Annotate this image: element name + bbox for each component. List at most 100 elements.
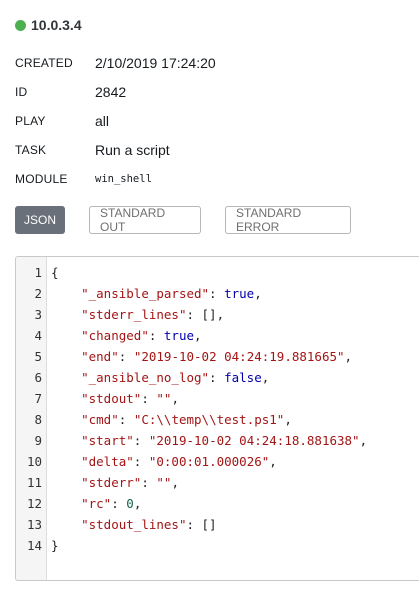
json-key: "_ansible_no_log" [81, 370, 210, 385]
detail-label: MODULE [15, 171, 68, 186]
json-comma: , [344, 349, 353, 364]
json-value: [] [201, 517, 217, 532]
json-brace: } [51, 538, 59, 553]
detail-label: ID [15, 84, 28, 99]
line-number: 8 [34, 412, 42, 427]
code-line: 8 "cmd": "C:\\temp\\test.ps1", [16, 409, 419, 430]
code-text: { [42, 265, 59, 280]
tab-standard-out[interactable]: STANDARD OUT [89, 206, 201, 234]
code-text: "rc": 0, [42, 496, 141, 511]
line-number: 3 [34, 307, 42, 322]
json-colon: : [186, 307, 202, 322]
json-colon: : [141, 391, 157, 406]
json-colon: : [133, 454, 149, 469]
json-key: "cmd" [81, 412, 119, 427]
detail-row-module: MODULE win_shell [15, 164, 216, 193]
code-text: "cmd": "C:\\temp\\test.ps1", [42, 412, 292, 427]
line-number: 14 [26, 538, 42, 553]
json-colon: : [111, 496, 127, 511]
tab-json[interactable]: JSON [15, 206, 65, 234]
json-key: "_ansible_parsed" [81, 286, 210, 301]
json-value: 0 [126, 496, 134, 511]
line-number: 11 [26, 475, 42, 490]
json-colon: : [209, 286, 225, 301]
code-text: "start": "2019-10-02 04:24:18.881638", [42, 433, 367, 448]
json-comma: , [261, 370, 270, 385]
code-text: "delta": "0:00:01.000026", [42, 454, 277, 469]
code-line: 5 "end": "2019-10-02 04:24:19.881665", [16, 346, 419, 367]
code-line: 12 "rc": 0, [16, 493, 419, 514]
json-colon: : [209, 370, 225, 385]
event-details: CREATED 2/10/2019 17:24:20 ID 2842 PLAY … [15, 48, 216, 193]
detail-row-id: ID 2842 [15, 77, 216, 106]
json-comma: , [171, 391, 179, 406]
line-number: 5 [34, 349, 42, 364]
code-text: "stderr_lines": [], [42, 307, 224, 322]
code-line: 14} [16, 535, 419, 556]
detail-value: 2842 [95, 83, 127, 100]
detail-label: PLAY [15, 113, 46, 128]
json-value: true [224, 286, 255, 301]
json-comma: , [284, 412, 292, 427]
code-text: "_ansible_no_log": false, [42, 370, 269, 385]
line-number: 10 [26, 454, 42, 469]
json-key: "stdout" [81, 391, 142, 406]
json-value: "C:\\temp\\test.ps1" [133, 412, 285, 427]
json-code-viewer[interactable]: 1{2 "_ansible_parsed": true, 3 "stderr_li… [15, 256, 419, 581]
code-line: 9 "start": "2019-10-02 04:24:18.881638", [16, 430, 419, 451]
json-colon: : [118, 412, 134, 427]
json-value: "0:00:01.000026" [148, 454, 270, 469]
code-text: "stderr": "", [42, 475, 179, 490]
code-line: 1{ [16, 262, 419, 283]
detail-value: win_shell [95, 172, 152, 185]
line-number: 13 [26, 517, 42, 532]
json-colon: : [148, 328, 164, 343]
json-comma: , [269, 454, 277, 469]
detail-value: Run a script [95, 141, 170, 158]
json-comma: , [171, 475, 179, 490]
json-key: "stderr_lines" [81, 307, 187, 322]
line-number: 12 [26, 496, 42, 511]
host-header: 10.0.3.4 [15, 17, 82, 33]
json-key: "delta" [81, 454, 134, 469]
code-text: "stdout": "", [42, 391, 179, 406]
code-lines: 1{2 "_ansible_parsed": true, 3 "stderr_li… [16, 262, 419, 556]
json-value: [] [201, 307, 217, 322]
json-value: true [163, 328, 195, 343]
json-colon: : [186, 517, 202, 532]
json-value: "" [156, 475, 172, 490]
code-text: "stdout_lines": [] [42, 517, 217, 532]
code-line: 13 "stdout_lines": [] [16, 514, 419, 535]
json-value: "" [156, 391, 172, 406]
json-key: "stderr" [81, 475, 142, 490]
json-comma: , [254, 286, 262, 301]
json-colon: : [141, 475, 157, 490]
tab-standard-error[interactable]: STANDARD ERROR [225, 206, 351, 234]
output-tabs: JSON STANDARD OUT STANDARD ERROR [15, 206, 351, 234]
line-number: 1 [34, 265, 42, 280]
json-colon: : [133, 433, 149, 448]
code-line: 2 "_ansible_parsed": true, [16, 283, 419, 304]
code-line: 6 "_ansible_no_log": false, [16, 367, 419, 388]
detail-value: 2/10/2019 17:24:20 [95, 54, 216, 71]
code-text: "end": "2019-10-02 04:24:19.881665", [42, 349, 352, 364]
detail-row-created: CREATED 2/10/2019 17:24:20 [15, 48, 216, 77]
json-comma: , [133, 496, 142, 511]
json-colon: : [118, 349, 134, 364]
code-line: 7 "stdout": "", [16, 388, 419, 409]
json-value: "2019-10-02 04:24:18.881638" [148, 433, 360, 448]
code-text: } [42, 538, 59, 553]
json-comma: , [194, 328, 202, 343]
json-comma: , [359, 433, 368, 448]
json-value: false [224, 370, 262, 385]
json-key: "changed" [81, 328, 149, 343]
host-name: 10.0.3.4 [31, 17, 82, 33]
detail-label: TASK [15, 142, 47, 157]
detail-row-task: TASK Run a script [15, 135, 216, 164]
line-number: 7 [34, 391, 42, 406]
code-text: "_ansible_parsed": true, [42, 286, 262, 301]
detail-label: CREATED [15, 55, 73, 70]
json-key: "start" [81, 433, 134, 448]
detail-value: all [95, 112, 110, 129]
line-number: 4 [34, 328, 42, 343]
